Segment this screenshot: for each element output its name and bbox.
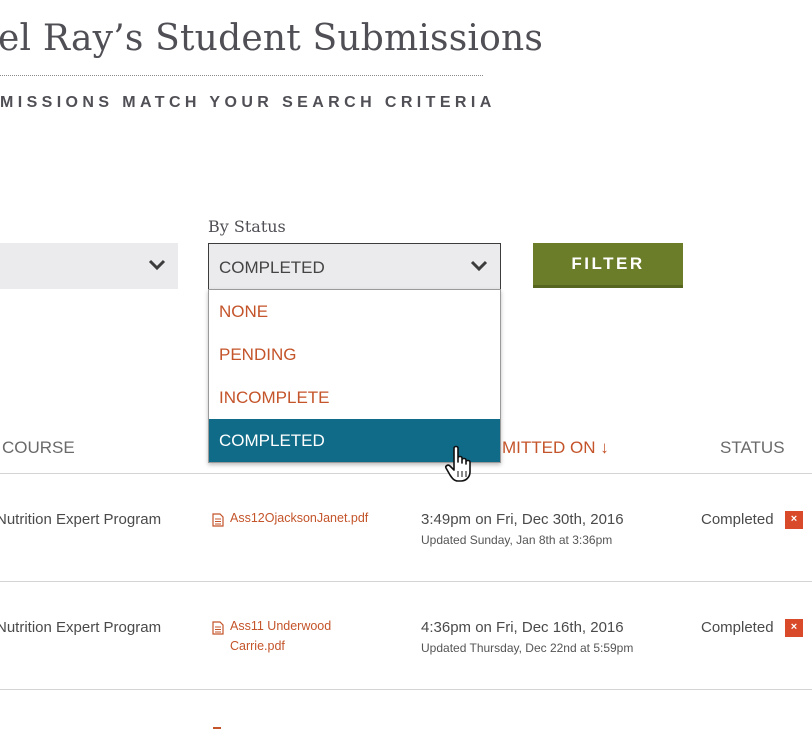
- column-header-course[interactable]: COURSE: [2, 438, 75, 458]
- chevron-down-icon: [470, 260, 488, 272]
- column-header-submitted-on[interactable]: MITTED ON ↓: [502, 438, 609, 458]
- option-label: INCOMPLETE: [219, 388, 330, 407]
- status-option-incomplete[interactable]: INCOMPLETE: [209, 376, 500, 419]
- remove-icon[interactable]: ×: [785, 619, 803, 637]
- chevron-down-icon: [148, 259, 166, 271]
- submission-file-link[interactable]: Ass11 Underwood Carrie.pdf: [230, 616, 350, 656]
- status-selected-value: COMPLETED: [219, 258, 325, 277]
- file-icon: [213, 727, 221, 729]
- option-label: NONE: [219, 302, 269, 321]
- status-option-none[interactable]: NONE: [209, 290, 500, 333]
- title-divider: [0, 75, 483, 76]
- file-icon: [212, 621, 224, 635]
- hand-pointer-cursor-icon: [445, 445, 471, 482]
- status-filter-label: By Status: [208, 217, 286, 236]
- filter-button[interactable]: FILTER: [533, 243, 683, 288]
- status-filter-select[interactable]: COMPLETED: [208, 243, 501, 290]
- row-course: Nutrition Expert Program: [0, 619, 162, 636]
- updated-on: Updated Thursday, Dec 22nd at 5:59pm: [421, 641, 634, 655]
- status-value: Completed: [701, 619, 774, 636]
- remove-icon[interactable]: ×: [785, 511, 803, 529]
- table-header-divider: [0, 473, 812, 474]
- submission-file-link[interactable]: Ass12OjacksonJanet.pdf: [230, 508, 370, 528]
- submitted-on: 3:49pm on Fri, Dec 30th, 2016: [421, 511, 624, 528]
- updated-on: Updated Sunday, Jan 8th at 3:36pm: [421, 533, 613, 547]
- row-divider: [0, 689, 812, 690]
- results-summary: MISSIONS MATCH YOUR SEARCH CRITERIA: [0, 94, 496, 111]
- column-header-status[interactable]: STATUS: [720, 438, 785, 458]
- status-value: Completed: [701, 511, 774, 528]
- submitted-on: 4:36pm on Fri, Dec 16th, 2016: [421, 619, 624, 636]
- row-divider: [0, 581, 812, 582]
- status-dropdown-menu: NONE PENDING INCOMPLETE COMPLETED: [208, 289, 501, 463]
- file-icon: [212, 513, 224, 527]
- page-title: el Ray’s Student Submissions: [0, 18, 544, 59]
- status-option-pending[interactable]: PENDING: [209, 333, 500, 376]
- course-filter-select[interactable]: [0, 243, 178, 289]
- row-course: Nutrition Expert Program: [0, 511, 162, 528]
- option-label: PENDING: [219, 345, 297, 364]
- option-label: COMPLETED: [219, 431, 325, 450]
